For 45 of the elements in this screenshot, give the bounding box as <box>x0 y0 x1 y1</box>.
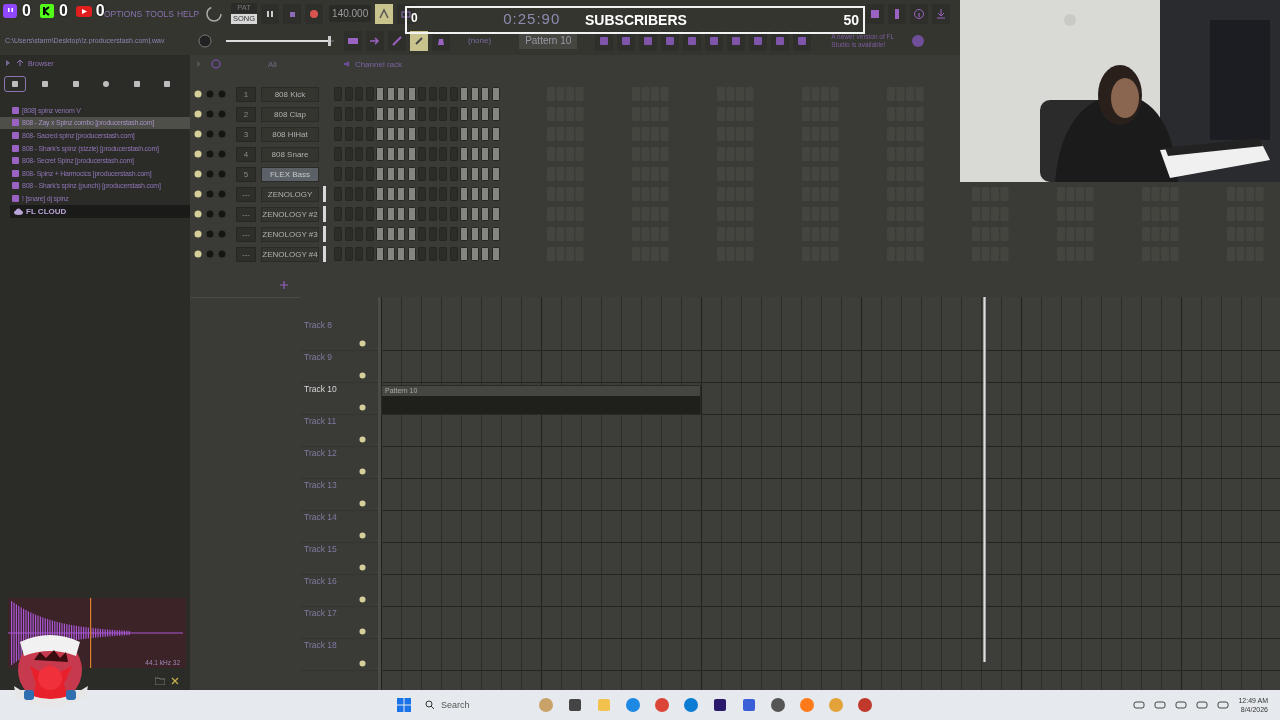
channel-button[interactable]: 808 HiHat <box>261 126 319 142</box>
track-name[interactable]: Track 12 <box>304 448 337 458</box>
track-name[interactable]: Track 18 <box>304 640 337 650</box>
mixer-track-number[interactable]: 1 <box>236 86 256 102</box>
menu-item[interactable]: OPTIONS <box>104 8 143 19</box>
channel-button[interactable]: ZENOLOGY <box>261 186 319 202</box>
track-name[interactable]: Track 8 <box>304 320 333 330</box>
channel-button[interactable]: ZENOLOGY #4 <box>261 246 319 262</box>
goal-label: SUBSCRIBERS <box>585 12 687 28</box>
mixer-track-number[interactable]: --- <box>236 206 256 222</box>
track-name[interactable]: Track 13 <box>304 480 337 490</box>
channel-button[interactable]: 808 Clap <box>261 106 319 122</box>
follower-count: 0 <box>58 2 68 20</box>
follower-count: 0 <box>22 2 31 20</box>
folder-label[interactable]: FL CLOUD <box>26 206 67 216</box>
tempo-display[interactable]: 140.000 <box>329 5 372 22</box>
subscriber-count: 0 <box>411 11 418 25</box>
mixer-track-number[interactable]: 5 <box>236 166 256 182</box>
mixer-track-number[interactable]: 2 <box>236 106 256 122</box>
mixer-track-number[interactable]: 4 <box>236 146 256 162</box>
song-time: 0:25:90 <box>503 10 561 27</box>
panel-title: Channel rack <box>354 59 403 69</box>
track-name[interactable]: Track 17 <box>304 608 337 618</box>
search-bar[interactable]: Search <box>425 694 525 716</box>
menu-item[interactable]: HELP <box>176 8 200 19</box>
mixer-track-number[interactable]: --- <box>236 226 256 242</box>
channel-button[interactable]: 808 Snare <box>261 146 319 162</box>
channel-button[interactable]: ZENOLOGY #3 <box>261 226 319 242</box>
follower-count: 0 <box>95 2 105 20</box>
channel-button[interactable]: ZENOLOGY #2 <box>261 206 319 222</box>
menu-item[interactable]: TOOLS <box>145 8 174 19</box>
track-name[interactable]: Track 16 <box>304 576 337 586</box>
channel-button[interactable]: FLEX Bass <box>261 166 319 182</box>
mixer-track-number[interactable]: 3 <box>236 126 256 142</box>
track-name[interactable]: Track 15 <box>304 544 337 554</box>
mixer-track-number[interactable]: --- <box>236 186 256 202</box>
mixer-track-number[interactable]: --- <box>236 246 256 262</box>
track-name[interactable]: Track 9 <box>304 352 333 362</box>
group-filter[interactable]: All <box>268 59 277 69</box>
track-name[interactable]: Track 10 <box>304 384 337 394</box>
goal-target: 50 <box>843 12 859 28</box>
channel-button[interactable]: 808 Kick <box>261 86 319 102</box>
track-name[interactable]: Track 14 <box>304 512 337 522</box>
channel-selector[interactable]: (none) <box>468 36 492 45</box>
track-name[interactable]: Track 11 <box>304 416 337 426</box>
